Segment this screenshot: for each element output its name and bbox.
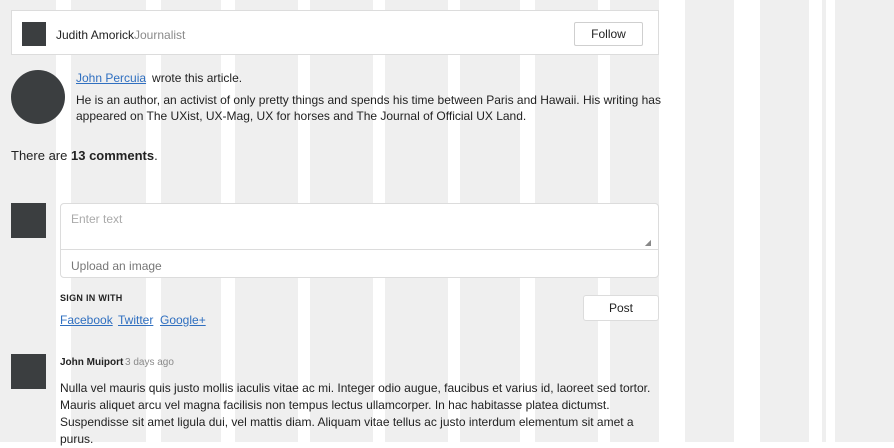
signin-facebook-link[interactable]: Facebook	[60, 313, 113, 327]
comment-avatar	[11, 354, 46, 389]
comment-input[interactable]	[61, 204, 658, 250]
article-footer: Judith Amorick Journalist Follow John Pe…	[0, 0, 894, 446]
comments-count: 13 comments	[71, 148, 155, 163]
comments-summary: There are 13 comments.	[11, 148, 158, 163]
comments-summary-suffix: .	[154, 148, 158, 163]
signin-label: SIGN IN WITH	[60, 293, 123, 303]
author-avatar	[22, 22, 46, 46]
signin-twitter-link[interactable]: Twitter	[118, 313, 153, 327]
resize-grip-icon[interactable]: ◢	[645, 238, 651, 247]
bio-author-link[interactable]: John Percuia	[76, 71, 146, 85]
follow-button[interactable]: Follow	[574, 22, 643, 46]
comment-timestamp: 3 days ago	[125, 357, 174, 368]
comments-summary-prefix: There are	[11, 148, 68, 163]
author-name: Judith Amorick	[56, 28, 135, 42]
bio-text: He is an author, an activist of only pre…	[76, 93, 661, 123]
bio-avatar	[11, 70, 65, 124]
post-button[interactable]: Post	[583, 295, 659, 321]
composer-avatar	[11, 203, 46, 238]
bio-heading-suffix: wrote this article.	[152, 71, 243, 85]
signin-google-link[interactable]: Google+	[160, 313, 206, 327]
comment-composer: ◢ Upload an image	[60, 203, 659, 278]
bio-heading: John Percuia wrote this article.	[76, 71, 242, 85]
author-role: Journalist	[134, 28, 186, 42]
upload-image-link[interactable]: Upload an image	[71, 259, 162, 273]
comment-author[interactable]: John Muiport	[60, 357, 123, 368]
comment-body: Nulla vel mauris quis justo mollis iacul…	[60, 381, 651, 446]
author-bar: Judith Amorick Journalist Follow	[11, 10, 659, 55]
